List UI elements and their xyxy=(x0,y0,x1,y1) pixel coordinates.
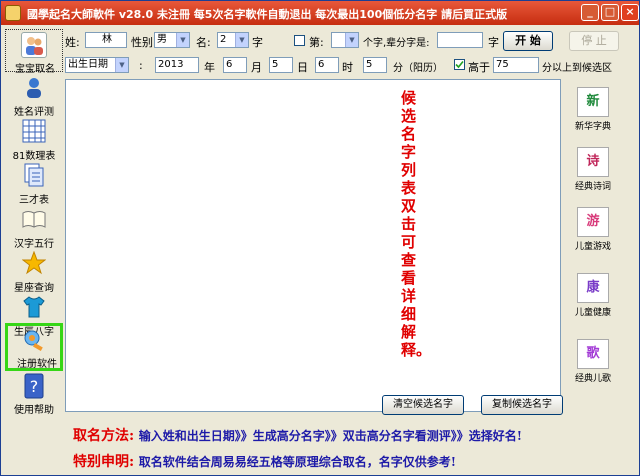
poetry-icon: 诗 xyxy=(577,147,609,177)
date-type-value: 出生日期 xyxy=(68,59,108,70)
score-filter-checkbox[interactable] xyxy=(454,59,465,70)
name-unit-label: 字 xyxy=(252,36,263,49)
notice-line: 特别申明: 取名软件结合周易易经五格等原理综合取名，名字仅供参考! xyxy=(73,451,456,471)
tool-label: 新华字典 xyxy=(574,122,611,132)
month-input[interactable]: 6 xyxy=(223,57,247,73)
surname-input[interactable]: 林 xyxy=(85,32,127,48)
tool-kids-health[interactable]: 康 儿童健康 xyxy=(565,273,621,319)
sidebar-item-label: 三才表 xyxy=(19,195,49,206)
key-icon xyxy=(22,328,46,352)
sidebar-item-label: 姓名评测 xyxy=(14,107,54,118)
notice-body: 取名软件结合周易易经五格等原理综合取名，名字仅供参考! xyxy=(138,455,456,469)
people-icon xyxy=(21,32,47,58)
score-suffix: 分以上到候选区 xyxy=(542,63,612,74)
sidebar-item-constellation[interactable]: 星座查询 xyxy=(5,249,63,294)
surname-label: 姓: xyxy=(65,36,80,49)
fixed-position-select[interactable]: ▼ xyxy=(331,32,359,48)
chevron-down-icon[interactable]: ▼ xyxy=(235,33,248,47)
dictionary-icon: 新 xyxy=(577,87,609,117)
method-head: 取名方法: xyxy=(73,428,135,444)
method-line: 取名方法: 输入姓和出生日期》》生成高分名字》》双击高分名字看测评》》选择好名! xyxy=(73,425,522,445)
shirt-icon xyxy=(22,295,46,319)
maximize-button[interactable]: □ xyxy=(601,4,619,21)
tool-label: 儿童健康 xyxy=(574,308,611,318)
year-input[interactable]: 2013 xyxy=(155,57,199,73)
minute-unit: 分（阳历） xyxy=(393,63,443,74)
gender-value: 男 xyxy=(157,34,167,45)
copy-candidates-button[interactable]: 复制候选名字 xyxy=(481,395,563,415)
generation-char-label: 个字,辈分字是: xyxy=(363,38,430,49)
date-type-select[interactable]: 出生日期 ▼ xyxy=(65,57,129,73)
method-body: 输入姓和出生日期》》生成高分名字》》双击高分名字看测评》》选择好名! xyxy=(138,429,522,443)
name-length-value: 2 xyxy=(220,34,227,45)
day-unit: 日 xyxy=(297,61,308,74)
table-icon xyxy=(22,119,46,143)
tool-label: 经典诗词 xyxy=(574,182,611,192)
tool-xinhua-dictionary[interactable]: 新 新华字典 xyxy=(565,87,621,133)
gender-label: 性别 xyxy=(131,36,153,49)
date-colon: : xyxy=(139,59,143,72)
game-icon: 游 xyxy=(577,207,609,237)
sidebar-item-help[interactable]: ? 使用帮助 xyxy=(5,371,63,416)
candidate-list[interactable] xyxy=(65,79,561,412)
score-label: 高于 xyxy=(468,61,490,74)
window-title: 國學起名大師軟件 v28.0 未注冊 每5次名字軟件自動退出 每次最出100個低… xyxy=(27,8,508,21)
app-icon xyxy=(5,5,21,21)
month-unit: 月 xyxy=(251,61,262,74)
name-length-label: 名: xyxy=(196,36,211,49)
clear-candidates-button[interactable]: 清空候选名字 xyxy=(382,395,464,415)
stop-button[interactable]: 停 止 xyxy=(569,31,619,51)
app-window: 國學起名大師軟件 v28.0 未注冊 每5次名字軟件自動退出 每次最出100個低… xyxy=(0,0,640,476)
sidebar-item-81-table[interactable]: 81数理表 xyxy=(5,117,63,162)
health-icon: 康 xyxy=(577,273,609,303)
gender-select[interactable]: 男 ▼ xyxy=(154,32,190,48)
minimize-button[interactable]: _ xyxy=(581,4,599,21)
fixed-char-checkbox[interactable] xyxy=(294,35,305,46)
score-input[interactable]: 75 xyxy=(493,57,539,73)
sidebar-item-label: 注册软件 xyxy=(17,359,57,370)
song-icon: 歌 xyxy=(577,339,609,369)
hour-unit: 时 xyxy=(342,61,353,74)
notice-head: 特别申明: xyxy=(73,454,135,470)
svg-text:?: ? xyxy=(30,377,39,396)
sidebar-item-name-eval[interactable]: 姓名评测 xyxy=(5,73,63,118)
close-button[interactable]: × xyxy=(621,4,639,21)
check-icon xyxy=(455,60,464,69)
candidate-list-hint: 候选名字列表双击可查看详细解释。 xyxy=(401,89,432,359)
year-unit: 年 xyxy=(204,61,215,74)
sidebar-item-label: 星座查询 xyxy=(14,283,54,294)
day-input[interactable]: 5 xyxy=(269,57,293,73)
star-icon xyxy=(21,250,47,275)
sidebar-item-five-elements[interactable]: 汉字五行 xyxy=(5,205,63,250)
generation-unit-label: 字 xyxy=(488,36,499,49)
sidebar-item-baby-naming[interactable]: 宝宝取名 xyxy=(5,29,63,75)
tool-classic-poetry[interactable]: 诗 经典诗词 xyxy=(565,147,621,193)
generation-char-input[interactable] xyxy=(437,32,483,48)
start-button[interactable]: 开 始 xyxy=(503,31,553,51)
tool-kids-songs[interactable]: 歌 经典儿歌 xyxy=(565,339,621,385)
tool-kids-games[interactable]: 游 儿童游戏 xyxy=(565,207,621,253)
document-icon xyxy=(22,163,46,187)
help-icon: ? xyxy=(22,373,46,399)
sidebar-item-register[interactable]: 注册软件 xyxy=(5,323,63,371)
sidebar-item-label: 81数理表 xyxy=(12,151,56,162)
sidebar: 宝宝取名 姓名评测 81数理表 三才表 汉字五行 星座查询 注册软件 ? 使用帮… xyxy=(5,29,63,416)
book-icon xyxy=(22,207,46,231)
name-length-select[interactable]: 2 ▼ xyxy=(217,32,249,48)
chevron-down-icon[interactable]: ▼ xyxy=(345,33,358,47)
minute-input[interactable]: 5 xyxy=(363,57,387,73)
chevron-down-icon[interactable]: ▼ xyxy=(176,33,189,47)
fixed-position-label: 第: xyxy=(309,36,324,49)
tool-label: 儿童游戏 xyxy=(574,242,611,252)
title-bar[interactable]: 國學起名大師軟件 v28.0 未注冊 每5次名字軟件自動退出 每次最出100個低… xyxy=(1,1,639,25)
sidebar-item-label: 使用帮助 xyxy=(14,405,54,416)
hour-input[interactable]: 6 xyxy=(315,57,339,73)
chevron-down-icon[interactable]: ▼ xyxy=(115,58,128,72)
sidebar-item-sancai-table[interactable]: 三才表 xyxy=(5,161,63,206)
person-search-icon xyxy=(22,75,46,99)
sidebar-item-label: 汉字五行 xyxy=(14,239,54,250)
tool-label: 经典儿歌 xyxy=(574,374,611,384)
